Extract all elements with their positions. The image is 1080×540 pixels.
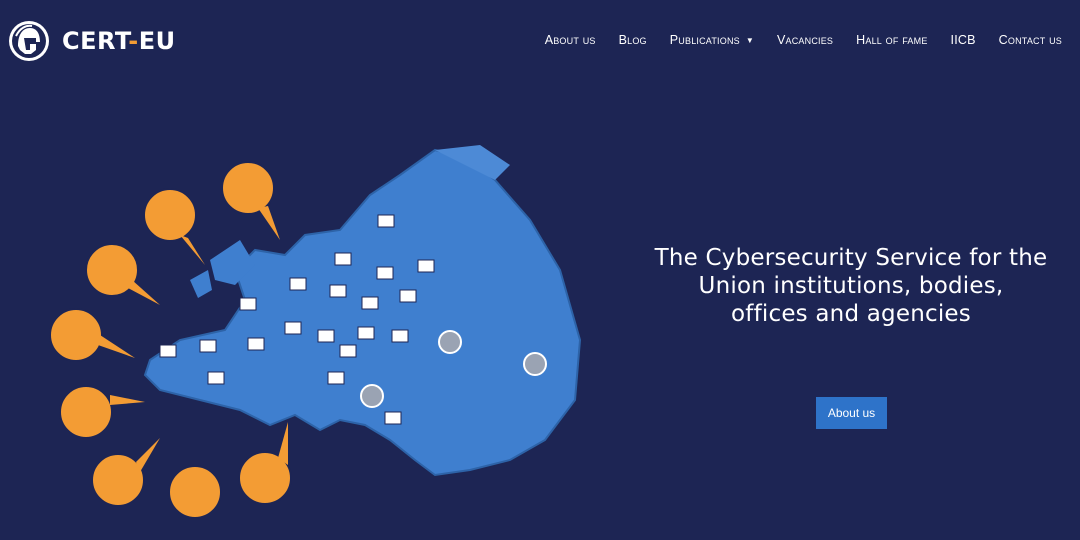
about-us-button[interactable]: About us (816, 397, 887, 429)
nav-publications[interactable]: Publications ▼ (670, 33, 754, 47)
tagline-line-3: offices and agencies (731, 301, 971, 327)
europe-map-shape (143, 148, 582, 477)
brand-name: CERT-EU (62, 27, 176, 55)
nav-iicb[interactable]: IICB (951, 33, 976, 47)
nav-vacancies[interactable]: Vacancies (777, 33, 833, 47)
chevron-down-icon: ▼ (745, 35, 754, 45)
nav-contact-us[interactable]: Contact us (999, 33, 1062, 47)
nav-blog[interactable]: Blog (619, 33, 647, 47)
main-nav: About us Blog Publications ▼ Vacancies Ha… (522, 33, 1062, 47)
spartan-helmet-icon (9, 21, 49, 61)
logo-link[interactable]: CERT-EU (8, 20, 176, 62)
nav-about-us[interactable]: About us (545, 33, 596, 47)
tagline-line-1: The Cybersecurity Service for the (654, 245, 1048, 271)
tagline-line-2: Union institutions, bodies, (698, 273, 1004, 299)
nav-publications-label: Publications (669, 33, 740, 47)
site-header: CERT-EU About us Blog Publications ▼ Vaca… (0, 0, 1080, 82)
nav-hall-of-fame[interactable]: Hall of fame (856, 33, 927, 47)
hero-tagline: The Cybersecurity Service for the Union … (640, 244, 1062, 328)
europe-map-illustration (49, 145, 582, 519)
